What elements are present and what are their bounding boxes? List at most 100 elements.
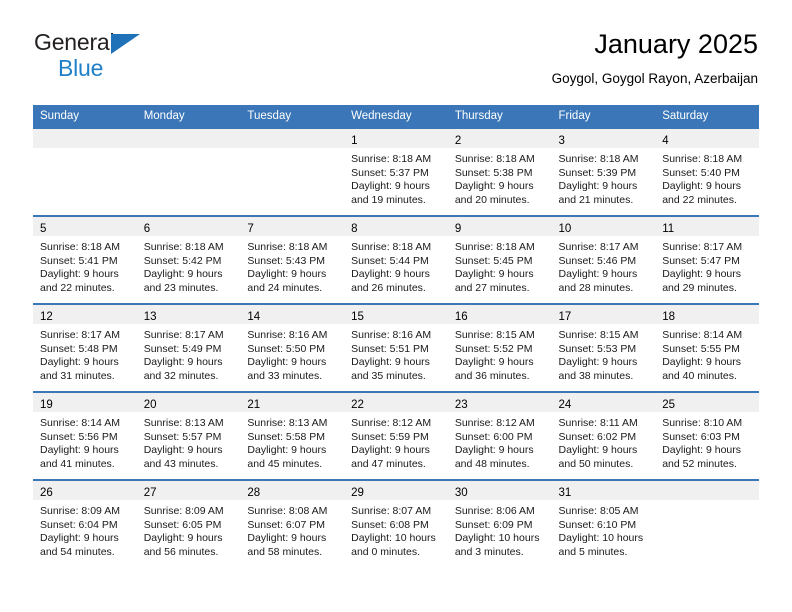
sunset-text: Sunset: 5:39 PM — [558, 166, 637, 179]
calendar-day-cell[interactable]: 3 Sunrise: 8:18 AM Sunset: 5:39 PM Daylight… — [551, 127, 656, 216]
calendar-day-cell[interactable]: 12 Sunrise: 8:17 AM Sunset: 5:48 PM Dayligh… — [33, 303, 137, 392]
daylight-minutes-text: and 45 minutes. — [247, 457, 323, 470]
calendar-day-cell[interactable]: 2 Sunrise: 8:18 AM Sunset: 5:38 PM Daylight… — [447, 127, 552, 216]
day-cell-details: Sunrise: 8:14 AM Sunset: 5:55 PM Daylight:… — [655, 324, 759, 383]
daylight-minutes-text: and 3 minutes. — [454, 545, 524, 558]
day-cell-details: Sunrise: 8:11 AM Sunset: 6:02 PM Daylight:… — [552, 412, 656, 471]
sunset-text: Sunset: 5:37 PM — [351, 166, 429, 179]
sunrise-text: Sunrise: 8:18 AM — [454, 153, 535, 165]
calendar-day-cell[interactable]: 8 Sunrise: 8:18 AM Sunset: 5:44 PM Daylight… — [344, 215, 448, 304]
day-number-band — [136, 129, 241, 148]
daylight-minutes-text: and 36 minutes. — [454, 369, 530, 382]
sunset-text: Sunset: 5:48 PM — [40, 342, 118, 355]
calendar-day-cell[interactable]: 13 Sunrise: 8:17 AM Sunset: 5:49 PM Dayligh… — [136, 303, 241, 392]
page-title: January 2025 — [594, 29, 758, 59]
day-cell-inner: 10 Sunrise: 8:17 AM Sunset: 5:46 PM Dayligh… — [551, 217, 656, 303]
daylight-minutes-text: and 52 minutes. — [662, 457, 737, 470]
daylight-minutes-text: and 32 minutes. — [143, 369, 219, 382]
day-cell-inner: 5 Sunrise: 8:18 AM Sunset: 5:41 PM Daylight… — [33, 217, 137, 303]
day-number-band — [33, 129, 137, 148]
day-cell-inner: 30 Sunrise: 8:06 AM Sunset: 6:09 PM Dayligh… — [447, 481, 552, 568]
day-cell-details: Sunrise: 8:17 AM Sunset: 5:46 PM Daylight:… — [552, 236, 656, 295]
daylight-text: Daylight: 9 hours — [40, 444, 119, 457]
calendar-day-cell[interactable]: 26 Sunrise: 8:09 AM Sunset: 6:04 PM Dayligh… — [33, 479, 137, 568]
day-number-band: 5 — [33, 217, 137, 236]
day-number: 13 — [143, 311, 157, 323]
calendar-day-cell[interactable]: 1 Sunrise: 8:18 AM Sunset: 5:37 PM Daylight… — [344, 127, 448, 216]
daylight-text: Daylight: 10 hours — [454, 532, 540, 545]
day-cell-inner: 18 Sunrise: 8:14 AM Sunset: 5:55 PM Dayligh… — [655, 305, 759, 391]
sunset-text: Sunset: 5:40 PM — [662, 166, 740, 179]
daylight-text: Daylight: 10 hours — [558, 532, 644, 545]
day-cell-details: Sunrise: 8:18 AM Sunset: 5:37 PM Daylight:… — [344, 148, 448, 207]
weekday-header-thursday: Thursday — [447, 105, 552, 128]
day-number: 22 — [351, 399, 364, 411]
calendar-day-cell[interactable]: 31 Sunrise: 8:05 AM Sunset: 6:10 PM Dayligh… — [551, 479, 656, 568]
calendar-day-cell[interactable]: 22 Sunrise: 8:12 AM Sunset: 5:59 PM Dayligh… — [344, 391, 448, 480]
calendar-day-cell[interactable]: 19 Sunrise: 8:14 AM Sunset: 5:56 PM Dayligh… — [33, 391, 137, 480]
calendar-day-cell[interactable]: 14 Sunrise: 8:16 AM Sunset: 5:50 PM Dayligh… — [240, 303, 345, 392]
calendar-day-cell[interactable]: 23 Sunrise: 8:12 AM Sunset: 6:00 PM Dayligh… — [447, 391, 552, 480]
day-cell-details — [240, 148, 344, 153]
calendar-day-cell[interactable]: 17 Sunrise: 8:15 AM Sunset: 5:53 PM Dayligh… — [551, 303, 656, 392]
calendar-day-cell[interactable]: 11 Sunrise: 8:17 AM Sunset: 5:47 PM Dayligh… — [655, 215, 759, 304]
sunrise-text: Sunrise: 8:16 AM — [351, 329, 432, 341]
calendar-day-cell[interactable]: 10 Sunrise: 8:17 AM Sunset: 5:46 PM Dayligh… — [551, 215, 656, 304]
sunset-text: Sunset: 6:02 PM — [558, 430, 637, 443]
day-number: 26 — [40, 487, 53, 499]
calendar-day-cell[interactable]: 27 Sunrise: 8:09 AM Sunset: 6:05 PM Dayligh… — [136, 479, 241, 568]
day-number: 10 — [558, 223, 572, 235]
calendar-day-cell[interactable]: 29 Sunrise: 8:07 AM Sunset: 6:08 PM Dayligh… — [344, 479, 448, 568]
day-cell-details: Sunrise: 8:10 AM Sunset: 6:03 PM Daylight:… — [655, 412, 759, 471]
day-cell-inner: 28 Sunrise: 8:08 AM Sunset: 6:07 PM Dayligh… — [240, 481, 345, 568]
calendar-header-row: Sunday Monday Tuesday Wednesday Thursday Frid… — [33, 105, 759, 128]
day-number-band: 18 — [655, 305, 759, 324]
calendar-day-cell[interactable]: 21 Sunrise: 8:13 AM Sunset: 5:58 PM Dayligh… — [240, 391, 345, 480]
daylight-text: Daylight: 9 hours — [351, 268, 430, 281]
daylight-minutes-text: and 21 minutes. — [558, 193, 634, 206]
page-subtitle: Goygol, Goygol Rayon, Azerbaijan — [551, 71, 758, 86]
daylight-text: Daylight: 9 hours — [662, 180, 742, 193]
calendar-day-cell[interactable]: 25 Sunrise: 8:10 AM Sunset: 6:03 PM Dayligh… — [655, 391, 759, 480]
day-number-band: 10 — [551, 217, 656, 236]
sunset-text: Sunset: 5:41 PM — [40, 254, 118, 267]
sunset-text: Sunset: 5:52 PM — [454, 342, 533, 355]
calendar-day-cell[interactable]: 9 Sunrise: 8:18 AM Sunset: 5:45 PM Daylight… — [447, 215, 552, 304]
weekday-header-wednesday: Wednesday — [344, 105, 448, 128]
sunset-text: Sunset: 5:38 PM — [454, 166, 533, 179]
calendar-day-cell[interactable]: 15 Sunrise: 8:16 AM Sunset: 5:51 PM Dayligh… — [344, 303, 448, 392]
daylight-text: Daylight: 9 hours — [662, 356, 742, 369]
calendar-day-cell[interactable]: 6 Sunrise: 8:18 AM Sunset: 5:42 PM Daylight… — [136, 215, 241, 304]
daylight-minutes-text: and 19 minutes. — [351, 193, 426, 206]
calendar-day-cell[interactable]: 20 Sunrise: 8:13 AM Sunset: 5:57 PM Dayligh… — [136, 391, 241, 480]
daylight-text: Daylight: 9 hours — [454, 356, 534, 369]
calendar-day-cell[interactable]: 18 Sunrise: 8:14 AM Sunset: 5:55 PM Dayligh… — [655, 303, 759, 392]
day-number: 11 — [662, 223, 675, 235]
day-number-band — [655, 481, 759, 500]
sunset-text: Sunset: 6:09 PM — [454, 518, 533, 531]
calendar-day-cell[interactable]: 7 Sunrise: 8:18 AM Sunset: 5:43 PM Daylight… — [240, 215, 345, 304]
daylight-minutes-text: and 41 minutes. — [40, 457, 115, 470]
day-cell-details — [33, 148, 137, 153]
calendar-day-cell[interactable]: 16 Sunrise: 8:15 AM Sunset: 5:52 PM Dayligh… — [447, 303, 552, 392]
day-cell-details: Sunrise: 8:18 AM Sunset: 5:39 PM Daylight:… — [552, 148, 656, 207]
day-number-band: 9 — [447, 217, 552, 236]
calendar-day-cell[interactable]: 4 Sunrise: 8:18 AM Sunset: 5:40 PM Daylight… — [655, 127, 759, 216]
day-number-band: 25 — [655, 393, 759, 412]
daylight-minutes-text: and 23 minutes. — [143, 281, 219, 294]
daylight-text: Daylight: 9 hours — [454, 444, 534, 457]
calendar-day-cell[interactable]: 30 Sunrise: 8:06 AM Sunset: 6:09 PM Dayligh… — [447, 479, 552, 568]
calendar-day-cell[interactable]: 24 Sunrise: 8:11 AM Sunset: 6:02 PM Dayligh… — [551, 391, 656, 480]
sunrise-text: Sunrise: 8:18 AM — [558, 153, 639, 165]
daylight-minutes-text: and 54 minutes. — [40, 545, 115, 558]
page-header: General Blue January 2025 Goygol, Goygol… — [0, 0, 792, 89]
daylight-text: Daylight: 9 hours — [247, 444, 327, 457]
day-cell-details: Sunrise: 8:09 AM Sunset: 6:05 PM Daylight:… — [137, 500, 241, 559]
calendar-grid: Sunday Monday Tuesday Wednesday Thursday Frid… — [33, 105, 759, 568]
day-cell-details: Sunrise: 8:15 AM Sunset: 5:52 PM Daylight:… — [448, 324, 552, 383]
day-cell-details: Sunrise: 8:18 AM Sunset: 5:44 PM Daylight:… — [344, 236, 448, 295]
calendar-day-cell[interactable]: 5 Sunrise: 8:18 AM Sunset: 5:41 PM Daylight… — [33, 215, 137, 304]
calendar-day-cell[interactable]: 28 Sunrise: 8:08 AM Sunset: 6:07 PM Dayligh… — [240, 479, 345, 568]
sunset-text: Sunset: 6:00 PM — [454, 430, 533, 443]
sunrise-text: Sunrise: 8:05 AM — [558, 505, 639, 517]
